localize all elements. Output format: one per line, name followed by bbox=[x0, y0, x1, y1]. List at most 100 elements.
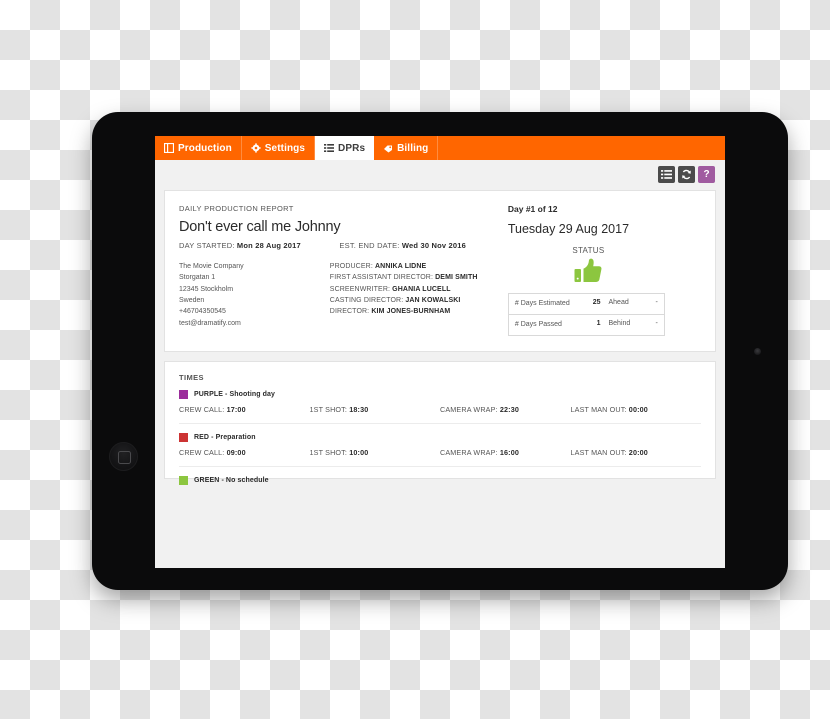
credit-name: KIM JONES-BURNHAM bbox=[371, 308, 451, 316]
time-value: 09:00 bbox=[226, 447, 246, 457]
stat-name: # Days Passed bbox=[514, 320, 562, 328]
time-value: 18:30 bbox=[349, 404, 369, 414]
credit-item: PRODUCER: ANNIKA LIDNE bbox=[330, 261, 500, 272]
time-value: 17:00 bbox=[226, 404, 246, 414]
times-card: TIMES PURPLE - Shooting day CREW CALL: 1… bbox=[164, 360, 716, 485]
camera-wrap: CAMERA WRAP: 16:00 bbox=[440, 448, 571, 457]
time-label: 1ST SHOT: bbox=[309, 404, 348, 414]
day-counter: Day #1 of 12 bbox=[507, 204, 558, 214]
stat-compare: Ahead bbox=[608, 299, 629, 306]
tab-production[interactable]: Production bbox=[155, 136, 242, 160]
company-name: The Movie Company bbox=[179, 263, 244, 270]
thumbs-up-icon bbox=[574, 258, 602, 288]
table-row: # Days Passed 1 Behind - bbox=[508, 313, 664, 335]
tab-label: Billing bbox=[397, 142, 429, 154]
table-row: # Days Estimated 25 Ahead - bbox=[509, 294, 664, 314]
credit-role: CASTING DIRECTOR: bbox=[329, 296, 404, 304]
refresh-icon bbox=[681, 169, 692, 180]
color-swatch bbox=[179, 475, 188, 485]
stat-value: 25 bbox=[592, 299, 601, 306]
credits-list: PRODUCER: ANNIKA LIDNE FIRST ASSISTANT D… bbox=[330, 261, 500, 329]
time-label: LAST MAN OUT: bbox=[570, 404, 627, 414]
main-tabbar: Production Settings DPRs Billing bbox=[155, 136, 725, 160]
time-value: 22:30 bbox=[499, 404, 520, 414]
front-camera-icon bbox=[754, 348, 761, 355]
time-row-red: CREW CALL: 09:00 1ST SHOT: 10:00 CAMERA … bbox=[179, 448, 701, 467]
company-email: test@dramatify.com bbox=[179, 319, 241, 327]
time-row-purple: CREW CALL: 17:00 1ST SHOT: 18:30 CAMERA … bbox=[179, 405, 701, 424]
credit-name: ANNIKA LIDNE bbox=[374, 263, 427, 270]
credit-role: SCREENWRITER: bbox=[329, 285, 391, 293]
tag-icon bbox=[383, 143, 393, 153]
company-country: Sweden bbox=[179, 296, 205, 304]
time-label: LAST MAN OUT: bbox=[570, 447, 627, 457]
last-man-out: LAST MAN OUT: 00:00 bbox=[571, 405, 702, 414]
credit-item: SCREENWRITER: GHANIA LUCELL bbox=[330, 284, 500, 295]
color-swatch bbox=[179, 389, 188, 399]
stat-dash: - bbox=[655, 299, 658, 306]
last-man-out: LAST MAN OUT: 20:00 bbox=[571, 448, 702, 457]
legend-green: GREEN - No schedule bbox=[179, 475, 701, 485]
report-left-column: DAILY PRODUCTION REPORT Don't ever call … bbox=[179, 204, 508, 336]
list-view-button[interactable] bbox=[658, 166, 675, 183]
color-swatch bbox=[179, 432, 188, 442]
stat-dash: - bbox=[655, 319, 658, 327]
tablet-device: Production Settings DPRs Billing ? DAILY… bbox=[92, 112, 788, 590]
credit-item: CASTING DIRECTOR: JAN KOWALSKI bbox=[330, 295, 500, 306]
status-label: STATUS bbox=[572, 246, 605, 255]
credit-name: DEMI SMITH bbox=[435, 274, 478, 282]
times-heading: TIMES bbox=[179, 372, 204, 382]
credit-item: DIRECTOR: KIM JONES-BURNHAM bbox=[330, 306, 500, 317]
crew-call: CREW CALL: 09:00 bbox=[179, 448, 310, 457]
refresh-button[interactable] bbox=[678, 166, 695, 183]
daily-production-report-card: DAILY PRODUCTION REPORT Don't ever call … bbox=[164, 190, 716, 352]
est-end-date: EST. END DATE: Wed 30 Nov 2016 bbox=[339, 241, 499, 250]
company-city: 12345 Stockholm bbox=[179, 285, 234, 293]
tab-label: Settings bbox=[264, 142, 306, 154]
tab-label: DPRs bbox=[338, 142, 366, 154]
tab-dprs[interactable]: DPRs bbox=[315, 136, 375, 160]
days-stats-table: # Days Estimated 25 Ahead - # Days Passe… bbox=[507, 293, 665, 336]
est-end-label: EST. END DATE: bbox=[339, 241, 400, 250]
time-value: 00:00 bbox=[628, 404, 648, 414]
time-label: CREW CALL: bbox=[179, 447, 225, 457]
legend-label: GREEN - No schedule bbox=[194, 476, 269, 484]
legend-purple: PURPLE - Shooting day bbox=[179, 389, 701, 399]
report-info-row: The Movie Company Storgatan 1 12345 Stoc… bbox=[179, 261, 500, 329]
help-button[interactable]: ? bbox=[698, 166, 715, 183]
est-end-value: Wed 30 Nov 2016 bbox=[401, 241, 467, 250]
first-shot: 1ST SHOT: 18:30 bbox=[310, 405, 441, 414]
report-dates: DAY STARTED: Mon 28 Aug 2017 EST. END DA… bbox=[179, 241, 500, 250]
company-street: Storgatan 1 bbox=[179, 274, 216, 282]
legend-red: RED - Preparation bbox=[179, 432, 701, 442]
page-content: ? DAILY PRODUCTION REPORT Don't ever cal… bbox=[155, 160, 725, 568]
day-date: Tuesday 29 Aug 2017 bbox=[507, 222, 630, 236]
list-icon bbox=[324, 143, 335, 153]
credit-item: FIRST ASSISTANT DIRECTOR: DEMI SMITH bbox=[330, 272, 500, 283]
time-label: 1ST SHOT: bbox=[309, 447, 348, 457]
stat-value: 1 bbox=[596, 319, 601, 327]
credit-role: FIRST ASSISTANT DIRECTOR: bbox=[329, 274, 434, 282]
credit-name: GHANIA LUCELL bbox=[392, 285, 451, 293]
credit-role: PRODUCER: bbox=[329, 263, 373, 270]
day-started: DAY STARTED: Mon 28 Aug 2017 bbox=[179, 241, 339, 250]
first-shot: 1ST SHOT: 10:00 bbox=[310, 448, 441, 457]
tablet-screen: Production Settings DPRs Billing ? DAILY… bbox=[155, 136, 725, 568]
legend-label: RED - Preparation bbox=[194, 433, 256, 441]
help-label: ? bbox=[703, 168, 710, 180]
report-right-column: Day #1 of 12 Tuesday 29 Aug 2017 STATUS bbox=[507, 204, 701, 336]
action-toolbar: ? bbox=[164, 166, 716, 183]
home-button[interactable] bbox=[109, 442, 138, 471]
gear-icon bbox=[251, 143, 261, 153]
stat-compare: Behind bbox=[608, 319, 631, 327]
tab-settings[interactable]: Settings bbox=[242, 136, 316, 160]
company-address: The Movie Company Storgatan 1 12345 Stoc… bbox=[179, 261, 330, 329]
page-title: Don't ever call me Johnny bbox=[179, 219, 341, 235]
time-label: CREW CALL: bbox=[179, 404, 225, 414]
list-icon bbox=[661, 169, 672, 180]
time-label: CAMERA WRAP: bbox=[440, 447, 498, 457]
time-value: 16:00 bbox=[499, 447, 520, 457]
legend-label: PURPLE - Shooting day bbox=[194, 390, 276, 398]
stat-name: # Days Estimated bbox=[514, 300, 570, 307]
tab-billing[interactable]: Billing bbox=[374, 136, 439, 160]
